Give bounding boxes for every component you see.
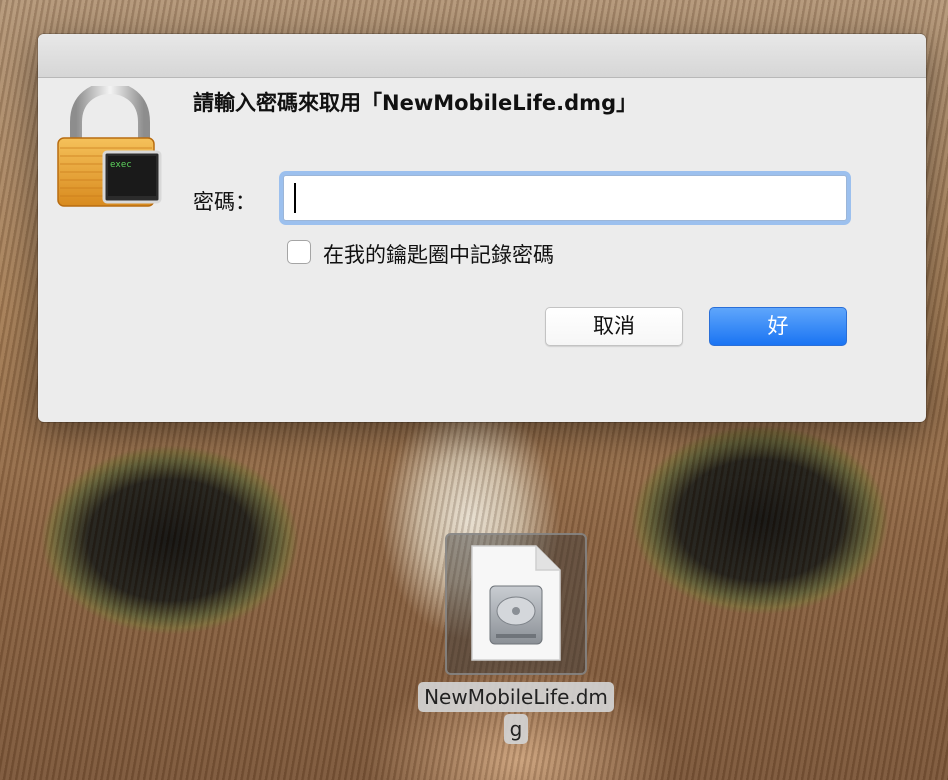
remember-in-keychain-checkbox[interactable]: [287, 240, 311, 264]
ok-button[interactable]: 好: [709, 307, 847, 346]
lock-icon-text: exec: [110, 160, 132, 170]
file-name-line1: NewMobileLife.dm: [418, 682, 614, 712]
file-name-line2: g: [503, 714, 529, 744]
password-field[interactable]: [283, 175, 847, 221]
prompt-title: 請輸入密碼來取用「NewMobileLife.dmg」: [193, 91, 638, 115]
disk-image-icon[interactable]: [470, 544, 562, 662]
text-caret: [294, 183, 296, 213]
remember-in-keychain-label[interactable]: 在我的鑰匙圈中記錄密碼: [323, 239, 554, 269]
dialog-titlebar: [38, 34, 926, 78]
password-label: 密碼：: [193, 190, 256, 214]
cancel-button[interactable]: 取消: [545, 307, 683, 346]
file-name-label[interactable]: NewMobileLife.dm g: [397, 682, 635, 744]
lock-exec-icon: [57, 86, 162, 207]
